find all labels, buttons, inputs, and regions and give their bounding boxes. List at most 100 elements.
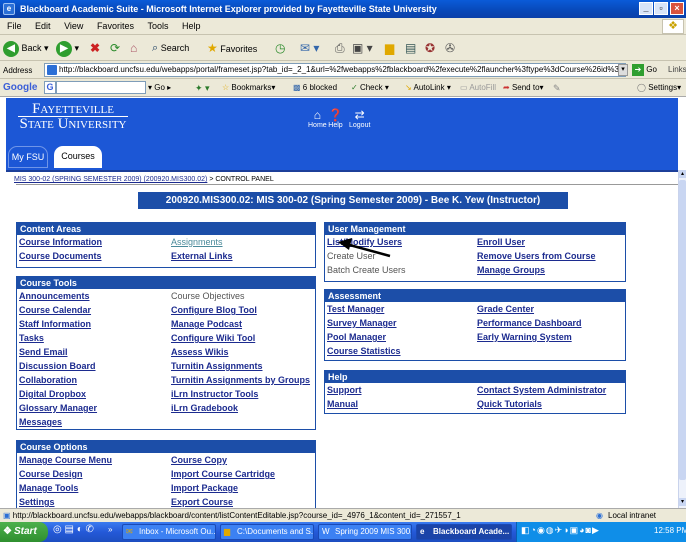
- staff-information-link[interactable]: Staff Information: [19, 319, 91, 329]
- stop-icon[interactable]: ✖: [90, 39, 100, 57]
- pool-manager-link[interactable]: Pool Manager: [327, 332, 386, 342]
- menu-file[interactable]: File: [7, 21, 22, 31]
- course-statistics-link[interactable]: Course Statistics: [327, 346, 401, 356]
- contact-admin-link[interactable]: Contact System Administrator: [477, 385, 606, 395]
- scroll-up-icon[interactable]: ▴: [679, 170, 686, 178]
- task-inbox[interactable]: ✉ Inbox - Microsoft Ou...: [122, 524, 216, 540]
- performance-dashboard-link[interactable]: Performance Dashboard: [477, 318, 582, 328]
- discussion-board-link[interactable]: Discussion Board: [19, 361, 96, 371]
- survey-manager-link[interactable]: Survey Manager: [327, 318, 397, 328]
- spell-check-button[interactable]: ✓ Check ▾: [351, 79, 389, 97]
- edit-icon[interactable]: ▣ ▾: [352, 39, 373, 57]
- help-link[interactable]: ❓ Help: [328, 108, 343, 129]
- grade-center-link[interactable]: Grade Center: [477, 304, 534, 314]
- settings-link[interactable]: Settings: [19, 497, 55, 507]
- send-to-button[interactable]: ➦ Send to▾: [503, 79, 544, 97]
- course-calendar-link[interactable]: Course Calendar: [19, 305, 91, 315]
- menu-help[interactable]: Help: [182, 21, 201, 31]
- history-icon[interactable]: ◷: [275, 39, 285, 57]
- course-copy-link[interactable]: Course Copy: [171, 455, 227, 465]
- assignments-link[interactable]: Assignments: [171, 237, 223, 247]
- settings-button[interactable]: ◯ Settings▾: [637, 79, 681, 97]
- favorites-button[interactable]: ★ Favorites: [207, 39, 257, 57]
- turnitin-by-groups-link[interactable]: Turnitin Assignments by Groups: [171, 375, 310, 385]
- announcements-link[interactable]: Announcements: [19, 291, 90, 301]
- course-design-link[interactable]: Course Design: [19, 469, 83, 479]
- import-package-link[interactable]: Import Package: [171, 483, 238, 493]
- manage-podcast-link[interactable]: Manage Podcast: [171, 319, 242, 329]
- back-button[interactable]: ◀ Back ▾: [3, 39, 49, 57]
- messages-link[interactable]: Messages: [19, 417, 62, 427]
- quick-tutorials-link[interactable]: Quick Tutorials: [477, 399, 542, 409]
- print-icon[interactable]: ⎙: [335, 39, 345, 57]
- pencil-icon[interactable]: ✎: [553, 79, 561, 97]
- messenger-icon[interactable]: ✪: [425, 39, 435, 57]
- menu-tools[interactable]: Tools: [147, 21, 168, 31]
- maximize-icon[interactable]: ▫: [654, 2, 668, 15]
- google-search-dropdown-icon[interactable]: ▾ Go ▸: [148, 79, 171, 97]
- task-blackboard[interactable]: e Blackboard Acade...: [416, 524, 512, 540]
- quicklaunch-icon[interactable]: ◎ ▤ ◐ ✆: [53, 524, 94, 535]
- ilrn-instructor-tools-link[interactable]: iLrn Instructor Tools: [171, 389, 258, 399]
- taskbar-chevron-icon[interactable]: »: [108, 525, 112, 534]
- export-course-link[interactable]: Export Course: [171, 497, 233, 507]
- manual-link[interactable]: Manual: [327, 399, 358, 409]
- popup-blocker[interactable]: ▩ 6 blocked: [293, 79, 337, 97]
- logout-link[interactable]: ⇄ Logout: [349, 108, 370, 129]
- discuss-icon[interactable]: ✇: [445, 39, 455, 57]
- task-documents[interactable]: ▆ C:\Documents and S...: [220, 524, 314, 540]
- test-manager-link[interactable]: Test Manager: [327, 304, 384, 314]
- links-label[interactable]: Links: [668, 61, 686, 79]
- minimize-icon[interactable]: _: [639, 2, 653, 15]
- mail-icon[interactable]: ✉ ▾: [300, 39, 319, 57]
- send-email-link[interactable]: Send Email: [19, 347, 68, 357]
- breadcrumb-course-link[interactable]: MIS 300-02 (SPRING SEMESTER 2009) (20092…: [14, 176, 207, 183]
- manage-groups-link[interactable]: Manage Groups: [477, 265, 545, 275]
- menu-favorites[interactable]: Favorites: [97, 21, 134, 31]
- tab-my-fsu[interactable]: My FSU: [8, 146, 48, 168]
- menu-edit[interactable]: Edit: [35, 21, 51, 31]
- turnitin-assignments-link[interactable]: Turnitin Assignments: [171, 361, 263, 371]
- course-documents-link[interactable]: Course Documents: [19, 251, 102, 261]
- vertical-scrollbar[interactable]: ▴ ▾: [678, 170, 686, 508]
- glossary-manager-link[interactable]: Glossary Manager: [19, 403, 97, 413]
- import-course-cartridge-link[interactable]: Import Course Cartridge: [171, 469, 275, 479]
- address-input[interactable]: http://blackboard.uncfsu.edu/webapps/por…: [44, 63, 626, 77]
- course-information-link[interactable]: Course Information: [19, 237, 102, 247]
- manage-course-menu-link[interactable]: Manage Course Menu: [19, 455, 112, 465]
- bookmarks-button[interactable]: ☆ Bookmarks▾: [222, 79, 275, 97]
- early-warning-system-link[interactable]: Early Warning System: [477, 332, 572, 342]
- configure-wiki-tool-link[interactable]: Configure Wiki Tool: [171, 333, 255, 343]
- scroll-thumb[interactable]: [679, 180, 686, 480]
- go-button[interactable]: ➔ Go: [632, 63, 657, 77]
- close-icon[interactable]: ×: [670, 2, 684, 15]
- collaboration-link[interactable]: Collaboration: [19, 375, 77, 385]
- google-plus-icon[interactable]: ✦ ▾: [195, 79, 210, 97]
- start-button[interactable]: ❖ Start: [0, 522, 48, 542]
- remove-users-link[interactable]: Remove Users from Course: [477, 251, 596, 261]
- ilrn-gradebook-link[interactable]: iLrn Gradebook: [171, 403, 238, 413]
- search-button[interactable]: ⌕ Search: [152, 39, 189, 57]
- address-dropdown-icon[interactable]: ▾: [618, 64, 628, 76]
- home-link[interactable]: ⌂ Home: [308, 108, 327, 129]
- tray-icons[interactable]: ◧◔◉◍✈◑▣◕◙▶: [521, 525, 600, 536]
- autofill-button[interactable]: ▭ AutoFill: [460, 79, 496, 97]
- task-spring-2009[interactable]: W Spring 2009 MIS 300...: [318, 524, 412, 540]
- university-logo[interactable]: Fayetteville State University: [18, 102, 128, 132]
- google-search-input[interactable]: [56, 81, 146, 94]
- home-icon[interactable]: ⌂: [130, 39, 137, 57]
- tab-courses[interactable]: Courses: [54, 146, 102, 168]
- digital-dropbox-link[interactable]: Digital Dropbox: [19, 389, 86, 399]
- refresh-icon[interactable]: ⟳: [110, 39, 120, 57]
- external-links-link[interactable]: External Links: [171, 251, 233, 261]
- assess-wikis-link[interactable]: Assess Wikis: [171, 347, 228, 357]
- tasks-link[interactable]: Tasks: [19, 333, 44, 343]
- menu-view[interactable]: View: [64, 21, 83, 31]
- enroll-user-link[interactable]: Enroll User: [477, 237, 525, 247]
- autolink-button[interactable]: ↘ AutoLink ▾: [405, 79, 451, 97]
- forward-button[interactable]: ▶ ▾: [56, 39, 79, 57]
- folder-icon[interactable]: ▆: [385, 39, 394, 57]
- research-icon[interactable]: ▤: [405, 39, 416, 57]
- configure-blog-tool-link[interactable]: Configure Blog Tool: [171, 305, 257, 315]
- manage-tools-link[interactable]: Manage Tools: [19, 483, 78, 493]
